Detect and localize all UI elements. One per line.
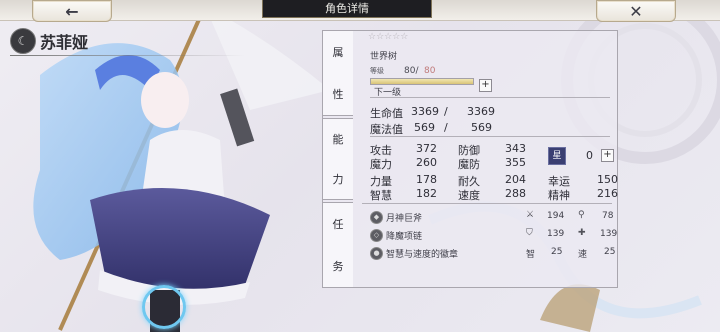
equipment-value: 25 <box>551 247 563 257</box>
stat-value: 372 <box>416 142 437 155</box>
character-name: 苏菲娅 <box>40 33 89 52</box>
stat-value: 260 <box>416 156 437 169</box>
level-up-button[interactable]: + <box>479 79 492 92</box>
stat-value: 216 <box>597 187 618 200</box>
stat-value: 288 <box>505 187 526 200</box>
wisdom-icon: 智 <box>526 250 536 260</box>
sword-icon: ⚔ <box>526 210 535 220</box>
class-name: 世界树 <box>370 52 398 62</box>
stat-value: 355 <box>505 156 526 169</box>
vital-label: 生命值 <box>370 107 403 120</box>
level-max: 80 <box>424 66 436 76</box>
tab-ability[interactable]: 能 力 <box>322 118 353 200</box>
speed-icon: 速 <box>578 250 588 260</box>
page-title: 角色详情 <box>262 0 432 18</box>
tab-ability-label-1: 能 <box>332 133 344 146</box>
stat-label: 智慧 <box>370 189 392 202</box>
level-label: 等级 <box>370 67 384 75</box>
tab-task-label-1: 任 <box>332 218 344 231</box>
level-progress-fill <box>371 79 473 84</box>
stat-label: 精神 <box>548 189 570 202</box>
tab-task-label-2: 务 <box>332 260 344 273</box>
stat-label: 魔防 <box>458 158 480 171</box>
tab-task[interactable]: 任 务 <box>322 202 353 288</box>
close-button[interactable]: ✕ <box>596 0 676 22</box>
equipment-name[interactable]: 月神巨斧 <box>386 211 422 224</box>
star-rating: ☆☆☆☆☆ <box>368 32 409 42</box>
name-divider <box>10 55 245 56</box>
stat-label: 魔力 <box>370 158 392 171</box>
equipment-value: 25 <box>604 247 616 257</box>
equipment-icon: ◇ <box>370 229 383 242</box>
stat-value: 150 <box>597 173 618 186</box>
level-current: 80/ <box>404 66 419 76</box>
level-progress-bar <box>370 78 474 85</box>
shield-icon: ⛉ <box>526 228 533 238</box>
tab-attributes-label-1: 属 <box>332 46 344 59</box>
tab-attributes-label-2: 性 <box>332 88 344 101</box>
equipment-value: 139 <box>600 229 618 239</box>
cross-icon: ✚ <box>578 228 586 238</box>
points-value: 0 <box>586 149 593 162</box>
stat-value: 182 <box>416 187 437 200</box>
staff-icon: ⚲ <box>578 210 585 220</box>
stat-token-icon: 星 <box>548 147 566 165</box>
vital-separator: / <box>444 121 448 134</box>
vital-label: 魔法值 <box>370 123 403 136</box>
vital-separator: / <box>444 105 448 118</box>
vital-max: 3369 <box>467 105 495 118</box>
separator <box>370 136 610 137</box>
vital-max: 569 <box>471 121 492 134</box>
separator <box>370 97 610 98</box>
equipment-value: 194 <box>547 211 565 221</box>
moon-emblem-icon: ☾ <box>10 28 36 54</box>
equipment-name[interactable]: 智慧与速度的徽章 <box>386 247 458 260</box>
arrow-left-icon: ← <box>65 1 79 21</box>
tab-attributes[interactable]: 属 性 <box>322 30 353 116</box>
add-point-button[interactable]: + <box>601 149 614 162</box>
stat-value: 204 <box>505 173 526 186</box>
stat-value: 178 <box>416 173 437 186</box>
back-button[interactable]: ← <box>32 0 112 22</box>
magic-ring-effect <box>142 285 186 329</box>
stat-label: 速度 <box>458 189 480 202</box>
equipment-icon: ◆ <box>370 211 383 224</box>
equipment-icon: ● <box>370 247 383 260</box>
separator <box>362 203 612 204</box>
vital-current: 3369 <box>411 105 439 118</box>
character-header: ☾ 苏菲娅 <box>10 28 88 54</box>
stat-value: 343 <box>505 142 526 155</box>
equipment-value: 78 <box>602 211 614 221</box>
tab-ability-label-2: 力 <box>332 173 344 186</box>
close-icon: ✕ <box>629 1 643 21</box>
equipment-value: 139 <box>547 229 565 239</box>
equipment-name[interactable]: 降魔项链 <box>386 229 422 242</box>
vital-current: 569 <box>414 121 435 134</box>
